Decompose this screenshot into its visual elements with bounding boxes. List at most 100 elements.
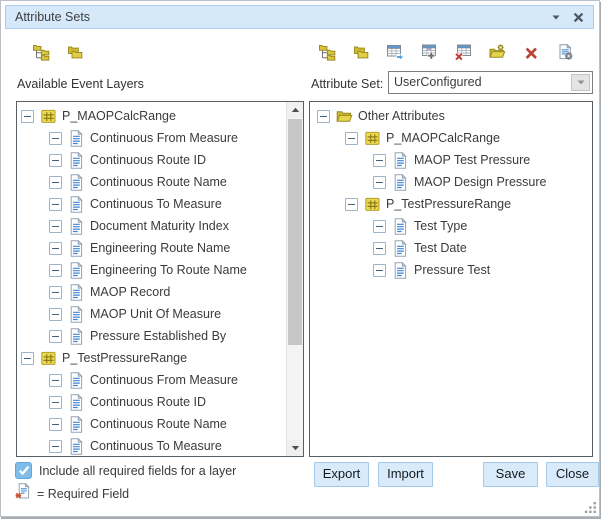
tree-item[interactable]: Continuous Route Name bbox=[17, 413, 303, 435]
tree-item-label: Continuous Route Name bbox=[90, 417, 227, 431]
tree-item[interactable]: Continuous Route ID bbox=[17, 391, 303, 413]
tree-item-label: Test Type bbox=[414, 219, 467, 233]
collapse-expander[interactable] bbox=[49, 132, 62, 145]
tree-item[interactable]: Continuous Route ID bbox=[17, 149, 303, 171]
export-event-layer-button[interactable] bbox=[383, 40, 407, 64]
delete-attribute-set-button[interactable] bbox=[519, 40, 543, 64]
tree-item[interactable]: Other Attributes bbox=[310, 105, 592, 127]
collapse-layers-tree-button[interactable] bbox=[63, 40, 87, 64]
tree-item-label: P_MAOPCalcRange bbox=[62, 109, 176, 123]
collapse-expander[interactable] bbox=[49, 198, 62, 211]
table-plus-icon bbox=[421, 44, 438, 61]
collapse-expander[interactable] bbox=[373, 154, 386, 167]
collapse-expander[interactable] bbox=[49, 154, 62, 167]
collapse-expander[interactable] bbox=[49, 418, 62, 431]
doc-icon bbox=[392, 174, 409, 191]
tree-item[interactable]: P_MAOPCalcRange bbox=[17, 105, 303, 127]
attribute-set-tree-panel: Other AttributesP_MAOPCalcRange MAOP Test… bbox=[309, 101, 593, 457]
doc-icon bbox=[68, 240, 85, 257]
tree-item[interactable]: MAOP Record bbox=[17, 281, 303, 303]
tree-item[interactable]: Test Type bbox=[310, 215, 592, 237]
expand-set-tree-button[interactable] bbox=[315, 40, 339, 64]
tree-item-label: Continuous From Measure bbox=[90, 131, 238, 145]
tree-item[interactable]: Engineering Route Name bbox=[17, 237, 303, 259]
collapse-expander[interactable] bbox=[49, 242, 62, 255]
export-button[interactable]: Export bbox=[314, 462, 369, 487]
folder-tree-icon bbox=[33, 44, 50, 61]
tree-item[interactable]: Test Date bbox=[310, 237, 592, 259]
tree-item[interactable]: MAOP Test Pressure bbox=[310, 149, 592, 171]
tree-item[interactable]: Document Maturity Index bbox=[17, 215, 303, 237]
tree-item[interactable]: P_TestPressureRange bbox=[310, 193, 592, 215]
table-yellow-icon bbox=[40, 350, 57, 367]
collapse-expander[interactable] bbox=[21, 352, 34, 365]
scroll-down-button[interactable] bbox=[287, 440, 303, 456]
collapse-expander[interactable] bbox=[49, 264, 62, 277]
tree-item-label: Pressure Established By bbox=[90, 329, 226, 343]
tree-item-label: Continuous To Measure bbox=[90, 197, 222, 211]
dialog-title: Attribute Sets bbox=[15, 10, 90, 24]
collapse-expander[interactable] bbox=[373, 264, 386, 277]
collapse-expander[interactable] bbox=[49, 220, 62, 233]
tree-item[interactable]: Continuous Route Name bbox=[17, 171, 303, 193]
tree-item[interactable]: Continuous To Measure bbox=[17, 435, 303, 457]
open-folder-icon bbox=[336, 108, 353, 125]
collapse-expander[interactable] bbox=[49, 286, 62, 299]
tree-item[interactable]: Continuous From Measure bbox=[17, 127, 303, 149]
collapse-expander[interactable] bbox=[317, 110, 330, 123]
table-yellow-icon bbox=[364, 196, 381, 213]
collapse-expander[interactable] bbox=[373, 220, 386, 233]
combobox-dropdown-button[interactable] bbox=[571, 74, 590, 91]
scroll-up-button[interactable] bbox=[287, 102, 303, 118]
collapse-set-tree-button[interactable] bbox=[349, 40, 373, 64]
vertical-scrollbar[interactable] bbox=[286, 102, 303, 456]
tree-item-label: Engineering Route Name bbox=[90, 241, 230, 255]
add-event-layer-button[interactable] bbox=[417, 40, 441, 64]
tree-item[interactable]: Continuous To Measure bbox=[17, 193, 303, 215]
import-button[interactable]: Import bbox=[378, 462, 433, 487]
collapse-expander[interactable] bbox=[345, 132, 358, 145]
tree-item[interactable]: MAOP Design Pressure bbox=[310, 171, 592, 193]
doc-icon bbox=[68, 328, 85, 345]
collapse-expander[interactable] bbox=[49, 374, 62, 387]
attribute-set-properties-button[interactable] bbox=[553, 40, 577, 64]
tree-item-label: MAOP Test Pressure bbox=[414, 153, 530, 167]
scrollbar-thumb[interactable] bbox=[288, 119, 302, 345]
collapse-expander[interactable] bbox=[21, 110, 34, 123]
tree-item-label: Engineering To Route Name bbox=[90, 263, 247, 277]
collapse-expander[interactable] bbox=[373, 176, 386, 189]
save-button[interactable]: Save bbox=[483, 462, 538, 487]
collapse-expander[interactable] bbox=[49, 396, 62, 409]
doc-icon bbox=[68, 438, 85, 455]
collapse-expander[interactable] bbox=[49, 176, 62, 189]
tree-item-label: Continuous From Measure bbox=[90, 373, 238, 387]
tree-item[interactable]: MAOP Unit Of Measure bbox=[17, 303, 303, 325]
tree-item[interactable]: Pressure Test bbox=[310, 259, 592, 281]
attribute-set-combobox[interactable]: UserConfigured bbox=[388, 71, 593, 94]
doc-icon bbox=[392, 218, 409, 235]
doc-icon bbox=[68, 284, 85, 301]
tree-item[interactable]: Engineering To Route Name bbox=[17, 259, 303, 281]
tree-item[interactable]: Continuous From Measure bbox=[17, 369, 303, 391]
close-button[interactable]: Close bbox=[546, 462, 599, 487]
required-field-icon bbox=[15, 483, 32, 500]
pin-caret-button[interactable] bbox=[552, 15, 560, 20]
collapse-expander[interactable] bbox=[49, 308, 62, 321]
available-layers-label: Available Event Layers bbox=[17, 77, 144, 91]
titlebar-controls bbox=[552, 12, 584, 23]
tree-item[interactable]: Pressure Established By bbox=[17, 325, 303, 347]
remove-event-layer-button[interactable] bbox=[451, 40, 475, 64]
collapse-expander[interactable] bbox=[345, 198, 358, 211]
collapse-expander[interactable] bbox=[49, 440, 62, 453]
resize-grip[interactable] bbox=[584, 501, 597, 514]
tree-item[interactable]: P_MAOPCalcRange bbox=[310, 127, 592, 149]
collapse-expander[interactable] bbox=[373, 242, 386, 255]
combobox-value: UserConfigured bbox=[394, 75, 482, 89]
close-button[interactable] bbox=[573, 12, 584, 23]
new-attribute-set-button[interactable] bbox=[485, 40, 509, 64]
expand-layers-tree-button[interactable] bbox=[29, 40, 53, 64]
include-required-fields-checkbox[interactable] bbox=[15, 462, 32, 479]
collapse-expander[interactable] bbox=[49, 330, 62, 343]
doc-icon bbox=[392, 240, 409, 257]
tree-item[interactable]: P_TestPressureRange bbox=[17, 347, 303, 369]
